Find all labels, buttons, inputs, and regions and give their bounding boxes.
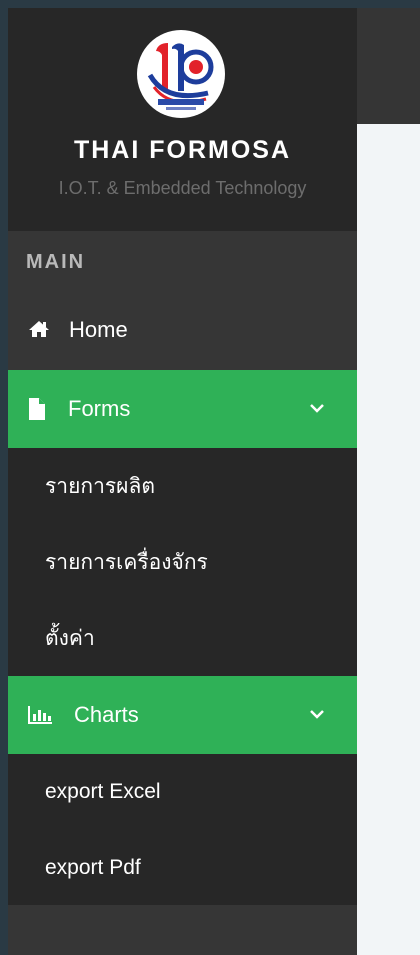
forms-submenu: รายการผลิต รายการเครื่องจักร ตั้งค่า: [8, 448, 357, 676]
sidebar-item-label-charts: Charts: [74, 702, 139, 727]
sidebar-footer: [8, 905, 357, 955]
submenu-item-export-pdf[interactable]: export Pdf: [8, 830, 357, 906]
submenu-item-production-list[interactable]: รายการผลิต: [8, 448, 357, 524]
chevron-down-icon[interactable]: [307, 398, 327, 418]
submenu-item-machine-list[interactable]: รายการเครื่องจักร: [8, 524, 357, 600]
charts-submenu: export Excel export Pdf: [8, 754, 357, 905]
section-label-main: MAIN: [26, 251, 86, 273]
brand-title: THAI FORMOSA: [73, 136, 292, 164]
sidebar-item-label-forms: Forms: [68, 396, 131, 421]
brand-header: THAI FORMOSA I.O.T. & Embedded Technolog…: [8, 8, 357, 231]
main-content-area: [357, 124, 420, 955]
sidebar-item-charts[interactable]: Charts: [8, 676, 357, 754]
sidebar-item-home[interactable]: Home: [8, 291, 357, 369]
bar-chart-icon: [28, 706, 52, 724]
chevron-down-icon[interactable]: [307, 704, 327, 724]
brand-logo: [137, 30, 225, 118]
sidebar-item-label-home: Home: [69, 317, 128, 342]
background-top: [0, 0, 420, 8]
submenu-item-settings[interactable]: ตั้งค่า: [8, 600, 357, 676]
sidebar: THAI FORMOSA I.O.T. & Embedded Technolog…: [8, 8, 357, 955]
top-header-bar: [357, 8, 420, 124]
background-left: [0, 0, 8, 955]
home-icon: [29, 321, 49, 337]
sidebar-item-forms[interactable]: Forms: [8, 370, 357, 448]
brand-subtitle: I.O.T. & Embedded Technology: [58, 178, 307, 198]
file-icon: [29, 398, 45, 420]
submenu-item-export-excel[interactable]: export Excel: [8, 754, 357, 830]
